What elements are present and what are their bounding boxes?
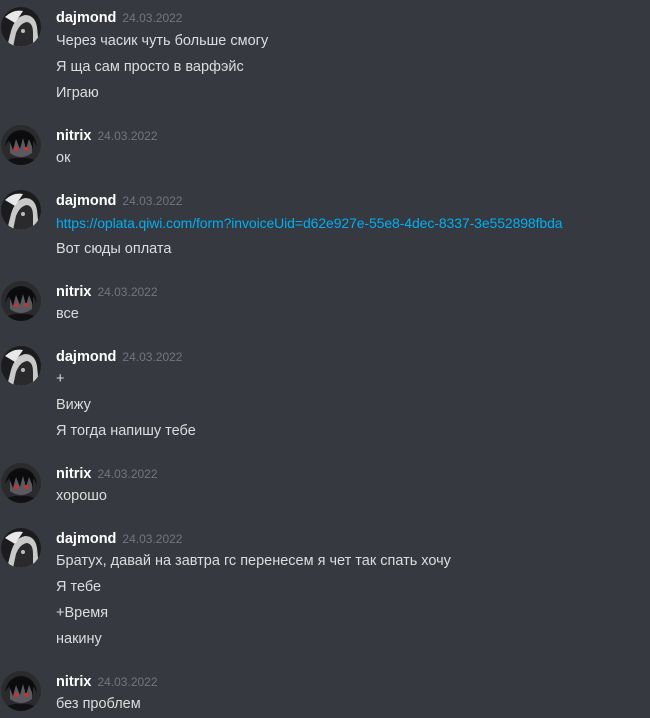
message-text: ок (56, 150, 71, 166)
message-header: nitrix 24.03.2022 (56, 463, 158, 485)
message-text: все (56, 306, 79, 322)
username[interactable]: nitrix (56, 674, 91, 690)
timestamp[interactable]: 24.03.2022 (122, 11, 182, 25)
message-text: Вот сюды оплата (56, 241, 172, 257)
avatar-nitrix[interactable] (1, 671, 41, 711)
timestamp[interactable]: 24.03.2022 (97, 129, 157, 143)
message-text: без проблем (56, 696, 141, 712)
message-header: nitrix 24.03.2022 (56, 281, 158, 303)
avatar-dajmond[interactable] (1, 346, 41, 386)
avatar-nitrix[interactable] (1, 125, 41, 165)
dajmond-avatar-icon (1, 190, 41, 230)
username[interactable]: nitrix (56, 466, 91, 482)
nitrix-avatar-icon (1, 671, 41, 711)
avatar-dajmond[interactable] (1, 528, 41, 568)
nitrix-avatar-icon (1, 281, 41, 321)
chat-messages: dajmond 24.03.2022 Через часик чуть больш… (0, 0, 650, 718)
timestamp[interactable]: 24.03.2022 (122, 350, 182, 364)
timestamp[interactable]: 24.03.2022 (122, 532, 182, 546)
message-text: Через часик чуть больше смогу (56, 33, 269, 49)
nitrix-avatar-icon (1, 463, 41, 503)
dajmond-avatar-icon (1, 528, 41, 568)
message-text: Братух, давай на завтра гс перенесем я ч… (56, 553, 451, 569)
username[interactable]: dajmond (56, 349, 116, 365)
message-header: dajmond 24.03.2022 (56, 528, 182, 550)
message-header: nitrix 24.03.2022 (56, 125, 158, 147)
username[interactable]: nitrix (56, 284, 91, 300)
message-header: dajmond 24.03.2022 (56, 346, 182, 368)
timestamp[interactable]: 24.03.2022 (97, 675, 157, 689)
username[interactable]: nitrix (56, 128, 91, 144)
username[interactable]: dajmond (56, 10, 116, 26)
timestamp[interactable]: 24.03.2022 (97, 285, 157, 299)
message-text: накину (56, 631, 102, 647)
message-text: Я ща сам просто в варфэйс (56, 59, 244, 75)
dajmond-avatar-icon (1, 7, 41, 47)
message-header: dajmond 24.03.2022 (56, 7, 182, 29)
message-header: nitrix 24.03.2022 (56, 671, 158, 693)
timestamp[interactable]: 24.03.2022 (122, 194, 182, 208)
username[interactable]: dajmond (56, 531, 116, 547)
message-text: хорошо (56, 488, 107, 504)
avatar-nitrix[interactable] (1, 463, 41, 503)
message-header: dajmond 24.03.2022 (56, 190, 182, 212)
avatar-dajmond[interactable] (1, 7, 41, 47)
message-text: Вижу (56, 397, 91, 413)
message-text: Я тебе (56, 579, 102, 595)
message-text: Я тогда напишу тебе (56, 423, 196, 439)
timestamp[interactable]: 24.03.2022 (97, 467, 157, 481)
dajmond-avatar-icon (1, 346, 41, 386)
nitrix-avatar-icon (1, 125, 41, 165)
message-text: +Время (56, 605, 109, 621)
username[interactable]: dajmond (56, 193, 116, 209)
message-text: + (56, 371, 65, 387)
message-link[interactable]: https://oplata.qiwi.com/form?invoiceUid=… (56, 212, 563, 234)
avatar-dajmond[interactable] (1, 190, 41, 230)
message-text: Играю (56, 85, 99, 101)
avatar-nitrix[interactable] (1, 281, 41, 321)
